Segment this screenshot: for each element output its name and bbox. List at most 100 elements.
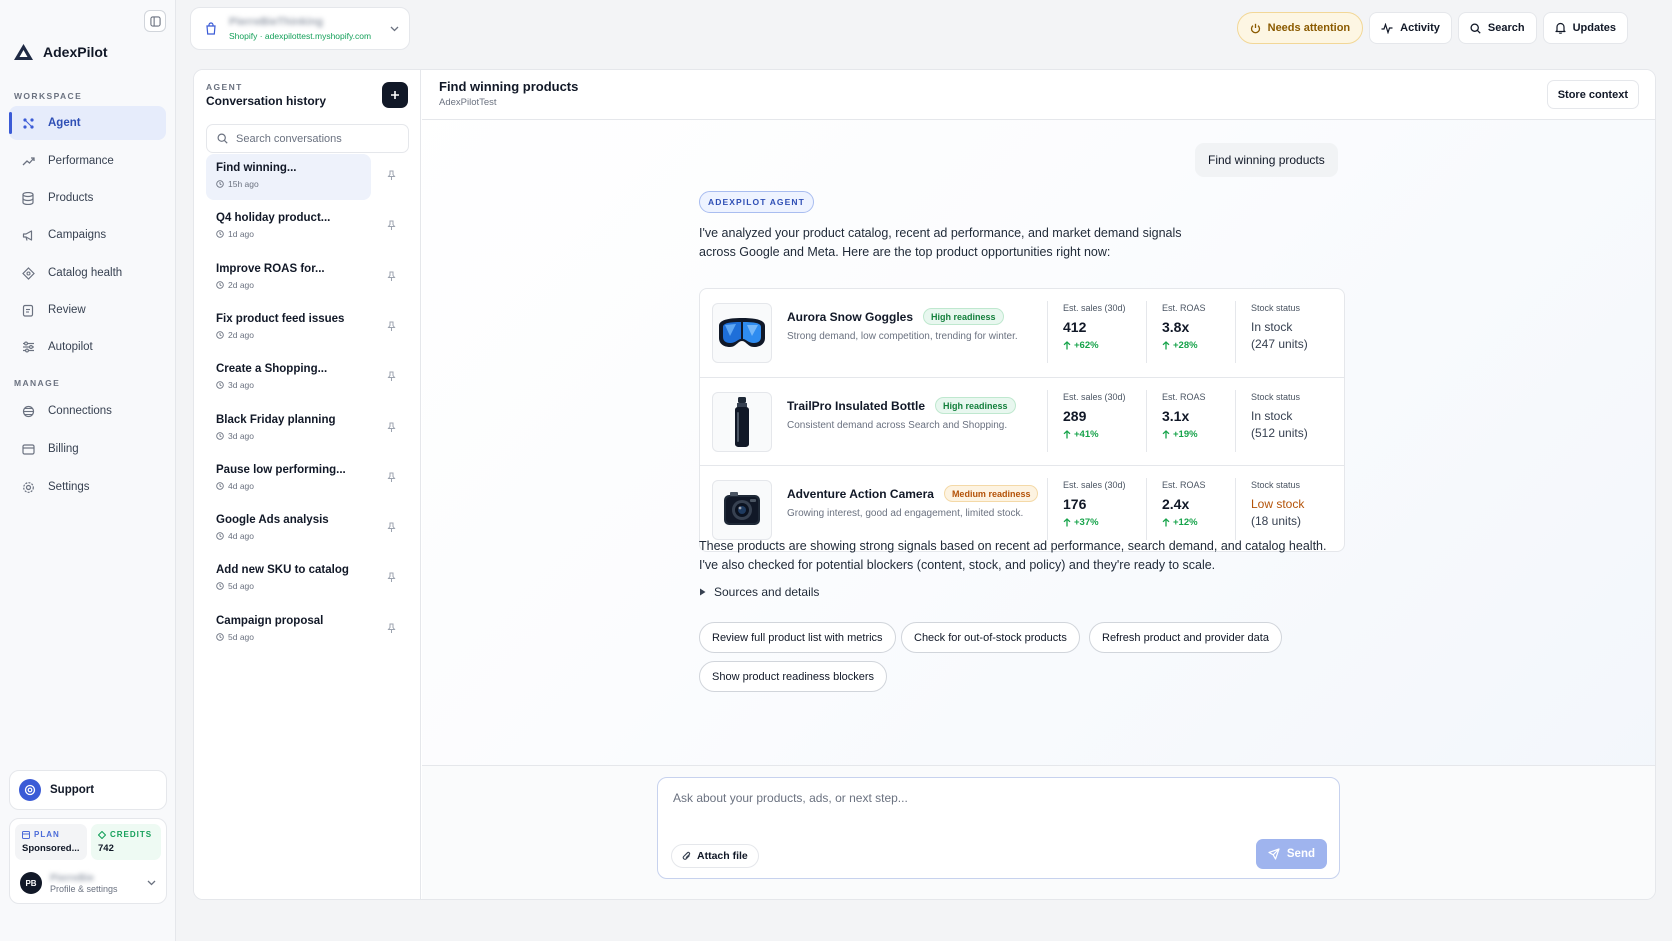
- plan-box[interactable]: PLAN Sponsored...: [15, 824, 87, 860]
- conversation-item[interactable]: Pause low performing... 4d ago: [206, 456, 371, 502]
- readiness-badge: High readiness: [935, 397, 1016, 414]
- sidebar-item-review[interactable]: Review: [9, 293, 166, 327]
- chat-title: Find winning products: [439, 79, 579, 94]
- updates-label: Updates: [1572, 22, 1616, 34]
- sidebar-item-performance[interactable]: Performance: [9, 144, 166, 178]
- conversation-search-input[interactable]: [236, 132, 406, 145]
- conversation-item[interactable]: Create a Shopping... 3d ago: [206, 355, 371, 401]
- pin-icon[interactable]: [387, 472, 396, 483]
- sidebar-item-label: Review: [48, 304, 86, 316]
- clock-icon: [216, 582, 224, 591]
- activity-button[interactable]: Activity: [1369, 12, 1452, 44]
- pin-icon[interactable]: [387, 572, 396, 583]
- arrow-up-icon: [1063, 430, 1071, 439]
- suggestion-chip[interactable]: Show product readiness blockers: [699, 661, 888, 692]
- product-description: Consistent demand across Search and Shop…: [787, 420, 1008, 431]
- pin-icon[interactable]: [387, 371, 396, 382]
- sidebar-item-label: Agent: [48, 117, 81, 129]
- product-image: [712, 392, 772, 452]
- divider: [1235, 301, 1236, 363]
- conversation-title: Create a Shopping...: [216, 363, 328, 376]
- trending-up-icon: [21, 154, 35, 168]
- activity-label: Activity: [1400, 22, 1440, 34]
- metric-delta-value: +12%: [1173, 517, 1198, 528]
- support-button[interactable]: Support: [9, 770, 167, 810]
- conversation-item[interactable]: Google Ads analysis 4d ago: [206, 506, 371, 552]
- sidebar-item-billing[interactable]: Billing: [9, 432, 166, 466]
- conversation-item[interactable]: Campaign proposal 5d ago: [206, 607, 371, 653]
- sidebar-item-products[interactable]: Products: [9, 181, 166, 215]
- sidebar-item-settings[interactable]: Settings: [9, 470, 166, 504]
- metric-delta-value: +19%: [1173, 429, 1198, 440]
- sidebar-item-agent[interactable]: Agent: [9, 106, 166, 140]
- user-message: Find winning products: [1195, 143, 1338, 177]
- metric-delta: +12%: [1162, 517, 1206, 528]
- sources-toggle[interactable]: Sources and details: [699, 585, 819, 599]
- suggestion-chip[interactable]: Check for out-of-stock products: [901, 622, 1080, 653]
- top-actions: Needs attention Activity Search Updates: [1236, 12, 1628, 44]
- pin-icon[interactable]: [387, 220, 396, 231]
- sidebar-item-campaigns[interactable]: Campaigns: [9, 218, 166, 252]
- message-input[interactable]: [673, 791, 1313, 805]
- metric-label: Stock status: [1251, 303, 1301, 313]
- send-button[interactable]: Send: [1255, 839, 1327, 869]
- conversation-time-label: 2d ago: [228, 279, 254, 290]
- new-conversation-button[interactable]: [382, 82, 408, 108]
- profile-subtitle: Profile & settings: [50, 883, 118, 894]
- sales-metric: Est. sales (30d) 412 +62%: [1063, 303, 1126, 351]
- product-name-row: Aurora Snow Goggles High readiness: [787, 308, 1004, 325]
- metric-label: Stock status: [1251, 480, 1301, 490]
- pin-icon[interactable]: [387, 170, 396, 181]
- updates-button[interactable]: Updates: [1542, 12, 1628, 44]
- pin-icon[interactable]: [387, 623, 396, 634]
- pin-icon[interactable]: [387, 422, 396, 433]
- product-row[interactable]: Aurora Snow Goggles High readiness Strong …: [700, 289, 1344, 377]
- store-switcher[interactable]: PierreBieThinking Shopify · adexpilottes…: [190, 7, 410, 50]
- metric-delta-value: +28%: [1173, 340, 1198, 351]
- composer: Attach file Send: [657, 777, 1340, 879]
- clock-icon: [216, 431, 224, 440]
- conversation-item[interactable]: Add new SKU to catalog 5d ago: [206, 556, 371, 602]
- product-row[interactable]: TrailPro Insulated Bottle High readiness C…: [700, 377, 1344, 465]
- sidebar-item-catalog-health[interactable]: Catalog health: [9, 256, 166, 290]
- conversation-item[interactable]: Q4 holiday product... 1d ago: [206, 204, 371, 250]
- conversation-time: 3d ago: [216, 431, 361, 441]
- conversation-time: 15h ago: [216, 179, 361, 189]
- brand[interactable]: AdexPilot: [14, 44, 108, 60]
- needs-attention-button[interactable]: Needs attention: [1236, 12, 1364, 44]
- arrow-up-icon: [1162, 341, 1170, 350]
- metric-label: Stock status: [1251, 392, 1301, 402]
- conversation-item[interactable]: Black Friday planning 3d ago: [206, 406, 371, 452]
- divider: [1047, 478, 1048, 540]
- divider: [1146, 301, 1147, 363]
- conversation-item[interactable]: Improve ROAS for... 2d ago: [206, 255, 371, 301]
- credits-label: CREDITS: [110, 830, 153, 839]
- collapse-sidebar-button[interactable]: [144, 10, 166, 32]
- suggestion-chip[interactable]: Refresh product and provider data: [1089, 622, 1282, 653]
- conversation-time-label: 4d ago: [228, 531, 254, 542]
- metric-delta: +62%: [1063, 340, 1126, 351]
- pin-icon[interactable]: [387, 522, 396, 533]
- sidebar-item-autopilot[interactable]: Autopilot: [9, 330, 166, 364]
- conversation-item[interactable]: Find winning... 15h ago: [206, 154, 371, 200]
- metric-value: 289: [1063, 408, 1087, 424]
- pin-icon[interactable]: [387, 271, 396, 282]
- arrow-up-icon: [1063, 518, 1071, 527]
- product-image: [712, 480, 772, 540]
- sidebar-item-connections[interactable]: Connections: [9, 394, 166, 428]
- account-card: PLAN Sponsored... CREDITS 742 PB PierreB…: [9, 818, 167, 904]
- product-opportunities-table: Aurora Snow Goggles High readiness Strong …: [699, 288, 1345, 552]
- send-icon: [1268, 848, 1280, 860]
- conversation-item[interactable]: Fix product feed issues 2d ago: [206, 305, 371, 351]
- profile-menu[interactable]: PB PierreBie Profile & settings: [20, 869, 156, 897]
- divider: [1047, 390, 1048, 452]
- main-panel: AGENT Conversation history Find winning.…: [193, 69, 1656, 900]
- attach-file-button[interactable]: Attach file: [671, 844, 759, 868]
- conversation-time-label: 1d ago: [228, 229, 254, 240]
- suggestion-chip[interactable]: Review full product list with metrics: [699, 622, 896, 653]
- conversation-kicker: AGENT: [206, 82, 243, 92]
- credits-box[interactable]: CREDITS 742: [91, 824, 161, 860]
- store-context-button[interactable]: Store context: [1546, 80, 1639, 109]
- pin-icon[interactable]: [387, 321, 396, 332]
- search-button[interactable]: Search: [1457, 12, 1537, 44]
